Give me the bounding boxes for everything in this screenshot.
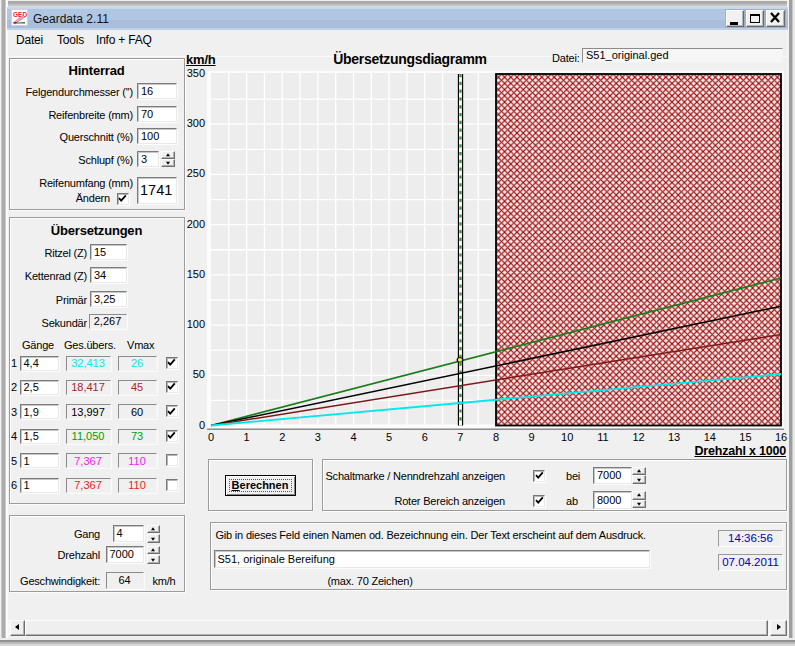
svg-text:GED: GED	[13, 11, 27, 18]
